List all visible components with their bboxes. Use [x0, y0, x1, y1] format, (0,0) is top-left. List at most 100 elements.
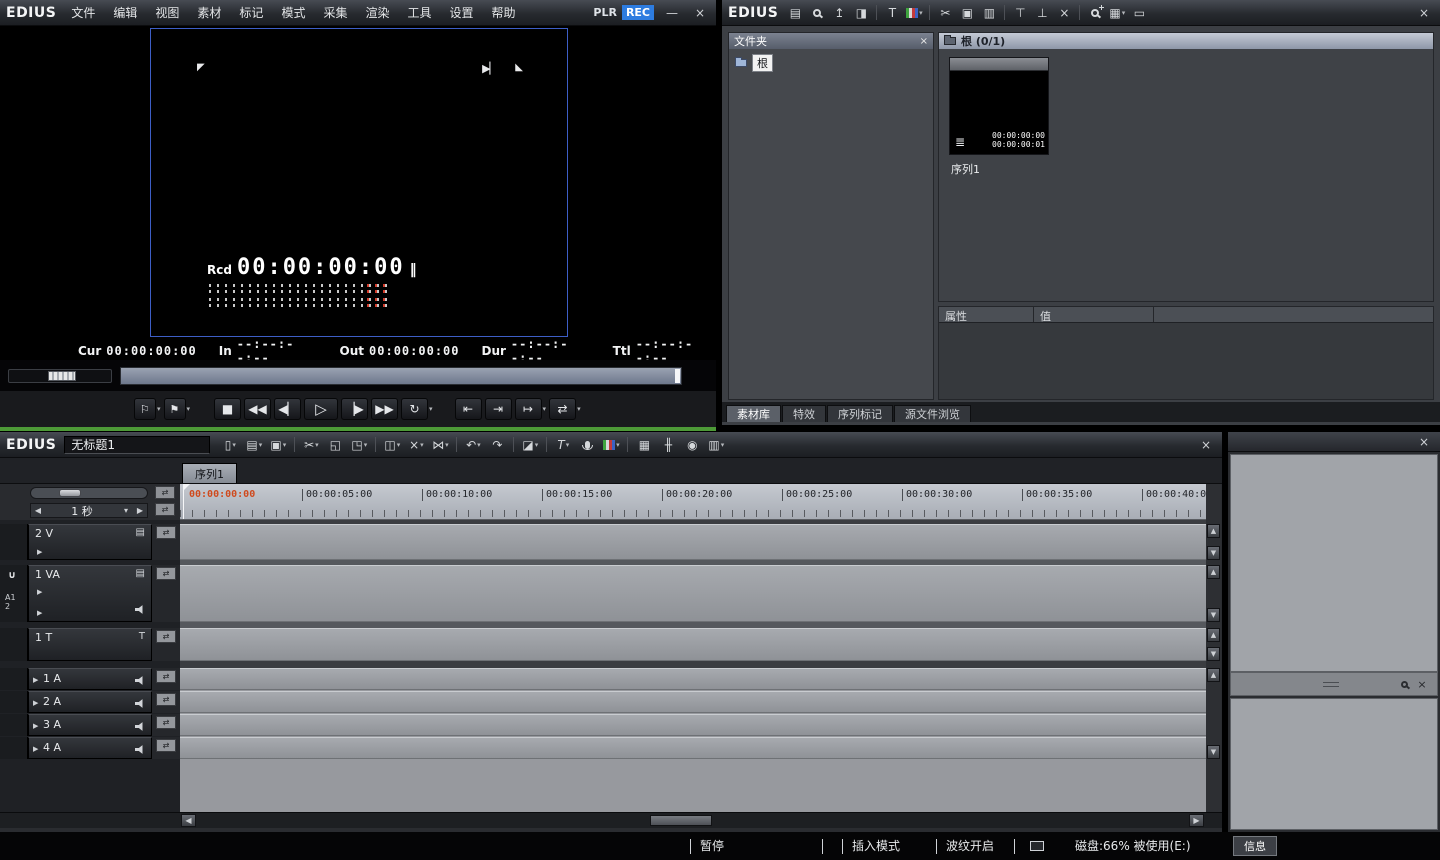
preview-monitor-icon[interactable]: ▥▾	[705, 435, 727, 455]
scroll-left-button[interactable]: ◀	[181, 814, 196, 827]
track-header-1t[interactable]: 1 T T ⇄	[0, 628, 180, 661]
info-palette-tab[interactable]: 信息	[1233, 836, 1277, 856]
dropdown-caret[interactable]: ▾	[445, 441, 449, 449]
minimize-button[interactable]: —	[662, 6, 682, 20]
scroll-up-button[interactable]: ▲	[1207, 565, 1220, 579]
audio-mute-icon[interactable]	[135, 720, 145, 734]
track-header-main[interactable]: ▶ 2 A	[28, 691, 152, 713]
previous-frame-button[interactable]: ◀▏	[274, 398, 301, 420]
lane-1va[interactable]	[180, 565, 1206, 622]
close-icon[interactable]: ×	[920, 36, 928, 47]
track-patch-button[interactable]: ⇄	[156, 693, 176, 706]
lane-4a[interactable]	[180, 737, 1206, 759]
audio-mute-icon[interactable]	[135, 743, 145, 757]
menu-clip[interactable]: 素材	[188, 2, 230, 23]
set-out-point-button[interactable]: ⚑	[164, 398, 186, 420]
timeline-horizontal-scrollbar[interactable]: ◀ ▶	[0, 812, 1222, 828]
menu-help[interactable]: 帮助	[483, 2, 525, 23]
palette-splitter[interactable]: ×	[1230, 672, 1438, 696]
shuttle-handle[interactable]	[48, 371, 76, 381]
pin-down-icon[interactable]: ⊥	[1031, 3, 1053, 23]
paste-icon[interactable]: ▥	[978, 3, 1000, 23]
audio-mixer-icon[interactable]: ╫	[657, 435, 679, 455]
search-icon[interactable]	[806, 3, 828, 23]
dropdown-caret[interactable]: ▾	[535, 441, 539, 449]
scale-increase-button[interactable]: ▶	[133, 506, 147, 515]
dropdown-caret[interactable]: ▾	[721, 441, 725, 449]
dropdown-caret[interactable]: ▾	[157, 405, 161, 413]
title-clip-icon[interactable]: T	[881, 3, 903, 23]
track-patch-button[interactable]: ⇄	[156, 716, 176, 729]
scroll-right-button[interactable]: ▶	[1189, 814, 1204, 827]
menu-file[interactable]: 文件	[62, 2, 104, 23]
track-header-4a[interactable]: ▶ 4 A ⇄	[0, 737, 180, 759]
lane-2a[interactable]	[180, 691, 1206, 713]
dropdown-caret[interactable]: ▾	[1122, 9, 1126, 17]
scale-value[interactable]: 1 秒	[45, 503, 119, 519]
monitor-icon[interactable]: ▾	[903, 3, 925, 23]
scroll-up-button[interactable]: ▲	[1207, 668, 1220, 682]
menu-edit[interactable]: 编辑	[104, 2, 146, 23]
color-bars-icon[interactable]: ▾	[600, 435, 622, 455]
menu-marker[interactable]: 标记	[230, 2, 272, 23]
stop-button[interactable]: ■	[214, 398, 241, 420]
property-value-column-header[interactable]: 值	[1034, 307, 1154, 322]
menu-tools[interactable]: 工具	[398, 2, 440, 23]
scroll-down-button[interactable]: ▼	[1207, 546, 1220, 560]
track-header-3a[interactable]: ▶ 3 A ⇄	[0, 714, 180, 736]
loop-playback-button[interactable]: ↻	[401, 398, 428, 420]
lane-2v[interactable]	[180, 524, 1206, 560]
dropdown-caret[interactable]: ▾	[616, 441, 620, 449]
palette-upper-pane[interactable]	[1230, 454, 1438, 672]
cut-icon[interactable]: ✂	[934, 3, 956, 23]
position-bar[interactable]	[120, 367, 682, 385]
redo-icon[interactable]: ↷	[486, 435, 508, 455]
tab-sequence-marker[interactable]: 序列标记	[827, 405, 893, 422]
capture-icon[interactable]: ↥	[828, 3, 850, 23]
sequence-tab-1[interactable]: 序列1	[182, 463, 237, 483]
dropdown-caret[interactable]: ▾	[919, 9, 923, 17]
undo-icon[interactable]: ↶▾	[462, 435, 484, 455]
dropdown-caret[interactable]: ▾	[259, 441, 263, 449]
track-header-1va[interactable]: ∪ A12 1 VA ▤ ▶ ▶ ⇄	[0, 565, 180, 622]
dropdown-caret[interactable]: ▾	[232, 441, 236, 449]
expand-track-icon[interactable]: ▶	[37, 609, 42, 617]
scrollbar-thumb[interactable]	[650, 815, 712, 826]
scroll-down-button[interactable]: ▼	[1207, 608, 1220, 622]
video-patch-indicator[interactable]: ∪	[8, 570, 16, 581]
lane-1t[interactable]	[180, 628, 1206, 661]
track-header-main[interactable]: 2 V ▤ ▶	[28, 524, 152, 560]
zoom-slider-handle[interactable]	[59, 489, 81, 497]
video-mute-icon[interactable]: ▤	[136, 527, 145, 538]
menu-mode[interactable]: 模式	[272, 2, 314, 23]
track-header-main[interactable]: ▶ 3 A	[28, 714, 152, 736]
scroll-down-button[interactable]: ▼	[1207, 745, 1220, 759]
dropdown-caret[interactable]: ▾	[315, 441, 319, 449]
expand-track-icon[interactable]: ▶	[33, 676, 38, 684]
close-button[interactable]: ×	[1414, 435, 1434, 449]
audio-patch-indicator[interactable]: A12	[5, 593, 16, 611]
track-patch-button[interactable]: ⇄	[156, 567, 176, 580]
dropdown-caret[interactable]: ▾	[283, 441, 287, 449]
shuttle-slider[interactable]	[8, 369, 112, 383]
position-indicator[interactable]	[675, 369, 680, 383]
project-title-field[interactable]: 无标题1	[64, 436, 210, 454]
dropdown-caret[interactable]: ▾	[420, 441, 424, 449]
dropdown-caret[interactable]: ▾	[543, 405, 547, 413]
dropdown-caret[interactable]: ▾	[577, 405, 581, 413]
go-to-out-point-button[interactable]: ⇥	[485, 398, 512, 420]
cut-icon[interactable]: ✂▾	[300, 435, 322, 455]
track-header-main[interactable]: ▶ 1 A	[28, 668, 152, 690]
track-patch-button[interactable]: ⇄	[156, 526, 176, 539]
audio-mute-icon[interactable]	[135, 697, 145, 711]
expand-track-icon[interactable]: ▶	[33, 745, 38, 753]
scale-dropdown-caret[interactable]: ▾	[119, 506, 133, 515]
splitter-handle[interactable]	[1323, 682, 1339, 687]
ripple-mode-button[interactable]: ⇄	[155, 503, 175, 516]
scroll-down-button[interactable]: ▼	[1207, 647, 1220, 661]
match-frame-button[interactable]: ↦	[515, 398, 542, 420]
plr-indicator[interactable]: PLR	[593, 6, 617, 19]
sync-point-button[interactable]: ⇄	[549, 398, 576, 420]
track-patch-button[interactable]: ⇄	[156, 670, 176, 683]
track-header-main[interactable]: 1 T T	[28, 628, 152, 661]
